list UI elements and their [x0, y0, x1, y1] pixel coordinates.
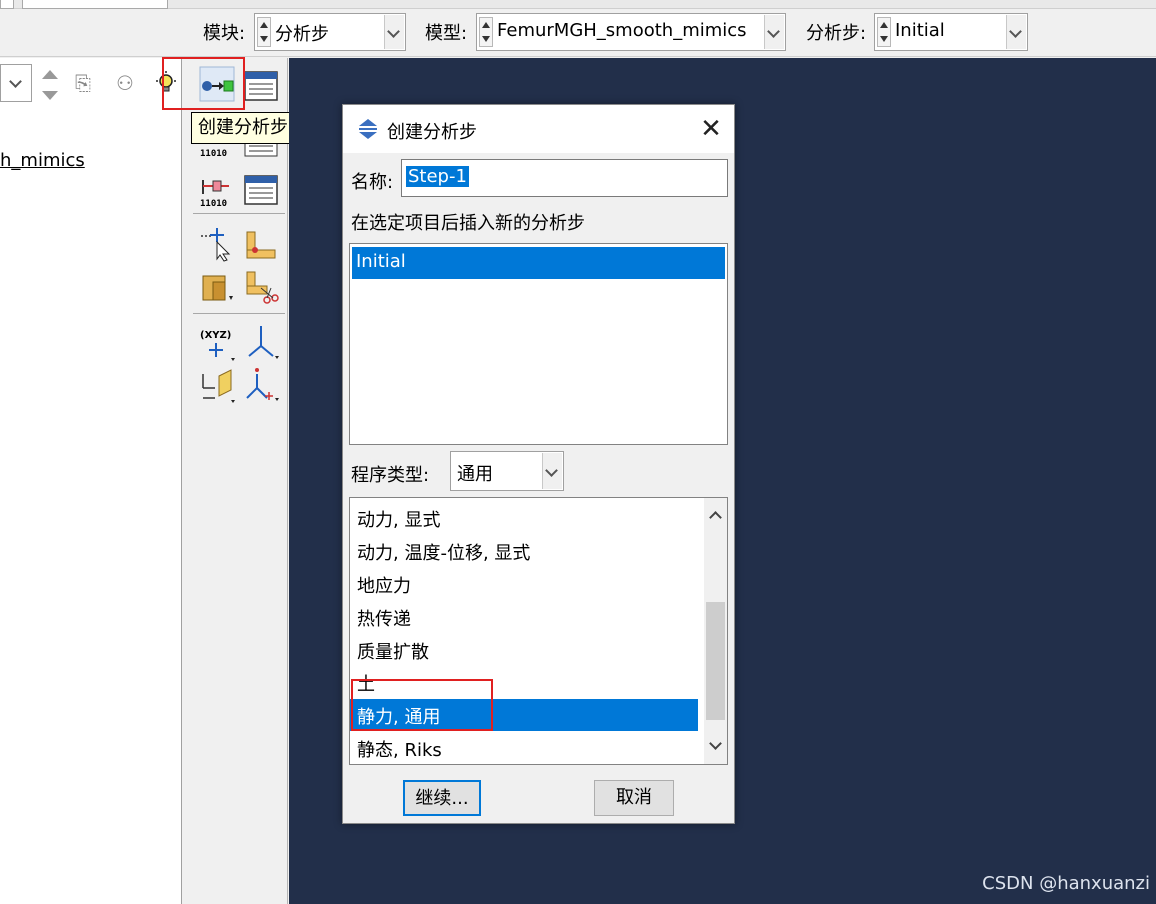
history-output-manager-icon[interactable] — [243, 172, 279, 208]
plane-icon[interactable] — [199, 368, 235, 404]
chevron-up-icon[interactable] — [704, 500, 727, 530]
step-item-label: Initial — [356, 251, 406, 272]
model-combo[interactable]: FemurMGH_smooth_mimics — [476, 13, 786, 51]
module-value: 分析步 — [275, 24, 329, 45]
module-label: 模块: — [203, 23, 246, 44]
procedure-list-scrollbar[interactable] — [704, 498, 727, 764]
existing-steps-list[interactable]: Initial — [349, 243, 728, 445]
list-item[interactable]: Initial — [352, 247, 725, 279]
module-spinner-icon[interactable] — [257, 17, 271, 47]
history-output-icon[interactable]: 11010 — [199, 172, 235, 209]
model-value: FemurMGH_smooth_mimics — [497, 20, 747, 41]
procedure-label: 动力, 显式 — [357, 510, 441, 531]
insert-after-label: 在选定项目后插入新的分析步 — [351, 213, 585, 234]
step-label: 分析步: — [806, 23, 867, 44]
selected-procedure-annotation-box — [351, 679, 493, 731]
chevron-down-icon[interactable] — [384, 15, 404, 49]
model-spinner-icon[interactable] — [479, 17, 493, 47]
datum-axis-icon[interactable] — [243, 228, 279, 264]
list-item[interactable]: 质量扩散 — [350, 634, 698, 666]
toolbox-separator — [193, 213, 285, 214]
tree-up-down-icon[interactable] — [42, 70, 58, 100]
cut-icon[interactable] — [243, 268, 279, 304]
procedure-type-label: 程序类型: — [351, 465, 430, 486]
scrollbar-thumb[interactable] — [706, 602, 725, 720]
svg-text:(XYZ): (XYZ) — [200, 330, 231, 341]
tree-model-item[interactable]: h_mimics — [0, 150, 85, 171]
create-step-dialog: 创建分析步 ✕ 名称: Step-1 在选定项目后插入新的分析步 Initial… — [342, 104, 735, 824]
svg-text:11010: 11010 — [200, 149, 227, 159]
step-manager-icon[interactable] — [243, 68, 279, 104]
chevron-down-icon[interactable] — [764, 15, 784, 49]
chevron-down-icon[interactable] — [542, 453, 562, 489]
triad-icon[interactable] — [243, 366, 279, 402]
cancel-button[interactable]: 取消 — [594, 780, 674, 816]
procedure-label: 地应力 — [357, 576, 411, 597]
tree-filter-combo[interactable] — [0, 64, 32, 102]
procedure-type-value: 通用 — [457, 464, 493, 485]
axis-triad-icon[interactable] — [243, 324, 279, 360]
list-item[interactable]: 静态, Riks — [350, 732, 698, 764]
list-item[interactable]: 地应力 — [350, 568, 698, 600]
partition-icon[interactable] — [199, 268, 235, 304]
datum-point-icon[interactable] — [199, 226, 235, 262]
procedure-type-select[interactable]: 通用 — [450, 451, 564, 491]
list-item[interactable]: 动力, 显式 — [350, 502, 698, 534]
name-label: 名称: — [351, 172, 394, 193]
dialog-titlebar[interactable]: 创建分析步 ✕ — [343, 105, 734, 153]
model-label: 模型: — [425, 23, 468, 44]
procedure-label: 动力, 温度-位移, 显式 — [357, 543, 531, 564]
toolbar-fragment — [0, 0, 14, 9]
step-name-value: Step-1 — [406, 166, 469, 187]
list-item[interactable]: 动力, 温度-位移, 显式 — [350, 535, 698, 567]
model-tree-panel — [0, 58, 182, 904]
create-step-tooltip: 创建分析步 — [191, 112, 295, 144]
list-item[interactable]: 热传递 — [350, 601, 698, 633]
procedure-label: 热传递 — [357, 609, 411, 630]
step-combo[interactable]: Initial — [874, 13, 1028, 51]
watermark: CSDN @hanxuanzi — [982, 873, 1150, 894]
context-bar: 模块: 分析步 模型: FemurMGH_smooth_mimics 分析步: … — [0, 0, 1156, 57]
procedure-label: 质量扩散 — [357, 642, 429, 663]
module-combo[interactable]: 分析步 — [254, 13, 406, 51]
svg-text:11010: 11010 — [200, 199, 227, 208]
top-toolbar-strip — [0, 0, 1156, 9]
chevron-down-icon[interactable] — [1006, 15, 1026, 49]
step-name-input[interactable]: Step-1 — [401, 159, 728, 197]
step-spinner-icon[interactable] — [877, 17, 891, 47]
step-app-icon — [357, 118, 379, 140]
chevron-down-icon[interactable] — [704, 732, 727, 762]
dialog-title: 创建分析步 — [387, 122, 477, 143]
toolbar-fragment — [22, 0, 168, 9]
procedure-label: 静态, Riks — [357, 740, 442, 761]
close-icon[interactable]: ✕ — [695, 113, 727, 145]
tree-parent-icon[interactable]: ⎘ — [70, 70, 96, 96]
tree-hierarchy-icon[interactable]: ⚇ — [112, 70, 138, 96]
create-step-annotation-box — [162, 57, 245, 110]
step-value: Initial — [895, 20, 945, 41]
continue-button[interactable]: 继续... — [403, 780, 481, 816]
csys-icon[interactable]: (XYZ) — [199, 326, 235, 362]
toolbox-separator — [193, 313, 285, 314]
